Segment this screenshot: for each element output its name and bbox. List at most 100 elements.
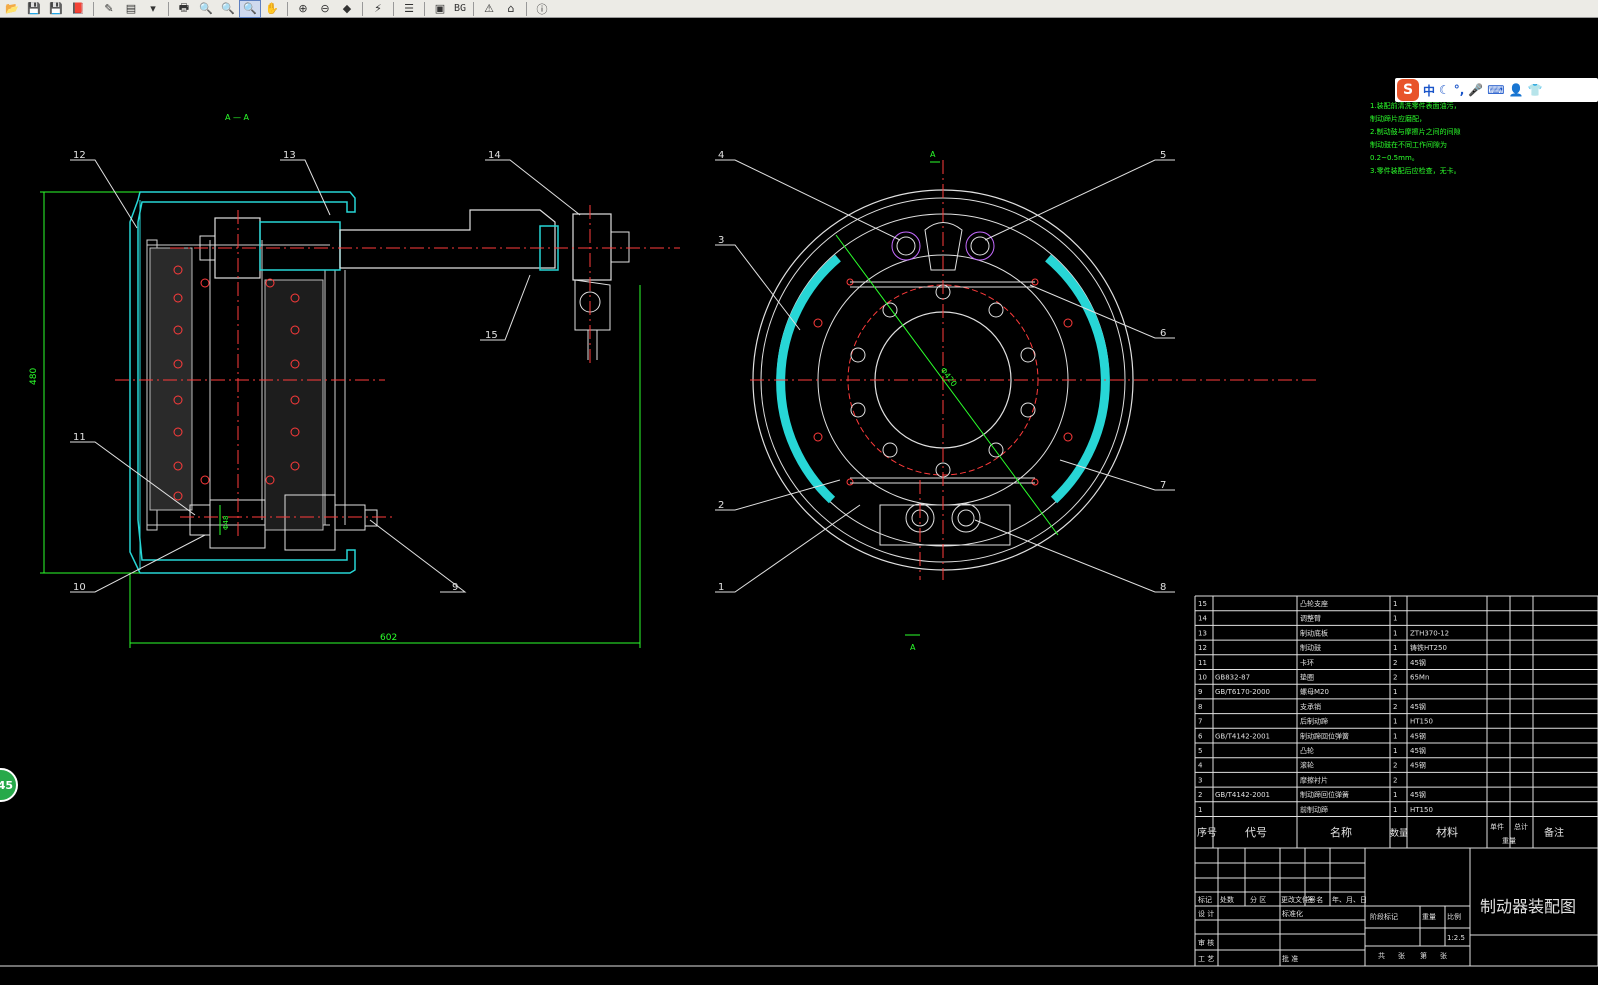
bom-name: 滚轮: [1300, 761, 1314, 770]
svg-text:制动鼓在不同工作间隙为: 制动鼓在不同工作间隙为: [1370, 140, 1447, 149]
home-icon[interactable]: ⌂: [501, 1, 521, 17]
bom-qty: 1: [1393, 600, 1397, 608]
zoom-out-icon[interactable]: 🔍: [196, 1, 216, 17]
balloon-5: 5: [1160, 150, 1166, 161]
bom-material: 铸铁HT250: [1410, 643, 1447, 652]
ime-logo-icon[interactable]: S: [1397, 79, 1419, 101]
skin-icon[interactable]: 👕: [1528, 83, 1543, 97]
view-mark-bottom: A: [910, 643, 916, 652]
info-icon[interactable]: ⓘ: [532, 1, 552, 17]
bom-seq: 9: [1198, 688, 1202, 696]
svg-text:审 核: 审 核: [1198, 938, 1214, 947]
bom-name: 前制动蹄: [1300, 805, 1328, 814]
bom-header-remark: 备注: [1544, 826, 1564, 839]
balloon-13: 13: [283, 150, 296, 161]
bom-header-unit: 单件: [1490, 822, 1504, 831]
bom-qty: 2: [1393, 776, 1397, 784]
svg-text:比例: 比例: [1447, 912, 1461, 921]
balloon-9: 9: [452, 582, 458, 593]
bom-qty: 2: [1393, 762, 1397, 770]
section-label: A — A: [225, 113, 250, 122]
print-icon[interactable]: 🖶: [174, 1, 194, 17]
save-icon[interactable]: 💾: [24, 1, 44, 17]
bom-material: 45钢: [1410, 658, 1426, 667]
dim-width: 602: [380, 633, 397, 643]
bom-qty: 1: [1393, 806, 1397, 814]
svg-text:标准化: 标准化: [1282, 909, 1303, 918]
dropdown-arrow-icon[interactable]: ▾: [143, 1, 163, 17]
zoom-in-icon[interactable]: 🔍: [218, 1, 238, 17]
balloon-12: 12: [73, 150, 86, 161]
view-mark-top: A: [930, 150, 936, 159]
balloon-2: 2: [718, 500, 724, 511]
bom-seq: 10: [1198, 674, 1207, 682]
svg-text:处数: 处数: [1220, 895, 1234, 904]
punct-icon[interactable]: °,: [1454, 83, 1465, 97]
ime-language[interactable]: 中: [1423, 82, 1435, 99]
layer-icon[interactable]: ◆: [337, 1, 357, 17]
mic-icon[interactable]: 🎤: [1468, 83, 1483, 97]
bom-seq: 6: [1198, 732, 1203, 740]
svg-text:批 准: 批 准: [1282, 954, 1298, 963]
bom-qty: 1: [1393, 747, 1397, 755]
markup-icon[interactable]: ✎: [99, 1, 119, 17]
bom-material: 45钢: [1410, 790, 1426, 799]
pan-icon[interactable]: ✋: [262, 1, 282, 17]
balloon-7: 7: [1160, 480, 1166, 491]
bom-seq: 1: [1198, 806, 1202, 814]
balloon-8: 8: [1160, 582, 1166, 593]
keyboard-icon[interactable]: ⌨: [1487, 83, 1504, 97]
bom-header-material: 材料: [1436, 825, 1458, 839]
zoom-all-icon[interactable]: ⊕: [293, 1, 313, 17]
cad-drawing: A — A 480 602 Φ48 12 13 14 15 11 10 9 A …: [0, 18, 1598, 985]
bom-qty: 2: [1393, 659, 1397, 667]
toolbar-separator: [287, 1, 288, 16]
bom-name: 制动鼓: [1300, 643, 1321, 652]
regen-icon[interactable]: ⚡: [368, 1, 388, 17]
bom-name: 制动蹄回位弹簧: [1300, 731, 1349, 740]
bom-qty: 1: [1393, 688, 1397, 696]
open-icon[interactable]: 📂: [2, 1, 22, 17]
bom-qty: 2: [1393, 674, 1397, 682]
bom-material: ZTH370-12: [1410, 629, 1449, 637]
bom-seq: 8: [1198, 703, 1202, 711]
bom-header-qty: 数量: [1390, 827, 1408, 839]
bom-seq: 2: [1198, 791, 1202, 799]
svg-text:年、月、日: 年、月、日: [1332, 895, 1367, 904]
bom-code: GB/T4142-2001: [1215, 791, 1270, 799]
balloon-15: 15: [485, 330, 498, 341]
export-icon[interactable]: 📕: [68, 1, 88, 17]
svg-text:签 名: 签 名: [1307, 895, 1323, 904]
balloon-4: 4: [718, 150, 724, 161]
toolbar-separator: [473, 1, 475, 16]
layout-icon[interactable]: ▤: [121, 1, 141, 17]
frame-icon[interactable]: ▣: [430, 1, 450, 17]
user-icon[interactable]: 👤: [1509, 83, 1524, 97]
background-color-button[interactable]: BG: [452, 1, 468, 17]
moon-icon[interactable]: ☾: [1439, 83, 1450, 97]
layers-icon[interactable]: ☰: [399, 1, 419, 17]
zoom-window-icon[interactable]: 🔍: [239, 0, 261, 18]
toolbar-separator: [93, 1, 94, 16]
save-as-icon[interactable]: 💾: [46, 1, 66, 17]
balloon-1: 1: [718, 582, 724, 593]
bom-qty: 1: [1393, 644, 1397, 652]
balloon-11: 11: [73, 432, 86, 443]
dim-small: Φ48: [222, 516, 230, 530]
svg-text:3.零件装配后应检查，无卡。: 3.零件装配后应检查，无卡。: [1370, 166, 1461, 175]
bom-name: 制动底板: [1300, 628, 1328, 637]
bom-code: GB/T4142-2001: [1215, 732, 1270, 740]
ime-toolbar[interactable]: S 中 ☾ °, 🎤 ⌨ 👤 👕: [1395, 78, 1598, 102]
bom-name: 凸轮支座: [1300, 599, 1328, 608]
zoom-realtime-icon[interactable]: ⊖: [315, 1, 335, 17]
bom-name: 后制动蹄: [1300, 717, 1328, 726]
drawing-canvas[interactable]: A — A 480 602 Φ48 12 13 14 15 11 10 9 A …: [0, 18, 1598, 985]
toolbar-separator: [362, 1, 363, 16]
svg-text:制动蹄片应磨配，: 制动蹄片应磨配，: [1370, 114, 1426, 123]
balloon-14: 14: [488, 150, 501, 161]
bom-header-total: 总计: [1514, 822, 1528, 831]
warning-icon[interactable]: ⚠: [479, 1, 499, 17]
svg-text:0.2~0.5mm。: 0.2~0.5mm。: [1370, 154, 1419, 162]
bom-seq: 4: [1198, 762, 1203, 770]
bom-header-weight: 重量: [1502, 837, 1516, 845]
